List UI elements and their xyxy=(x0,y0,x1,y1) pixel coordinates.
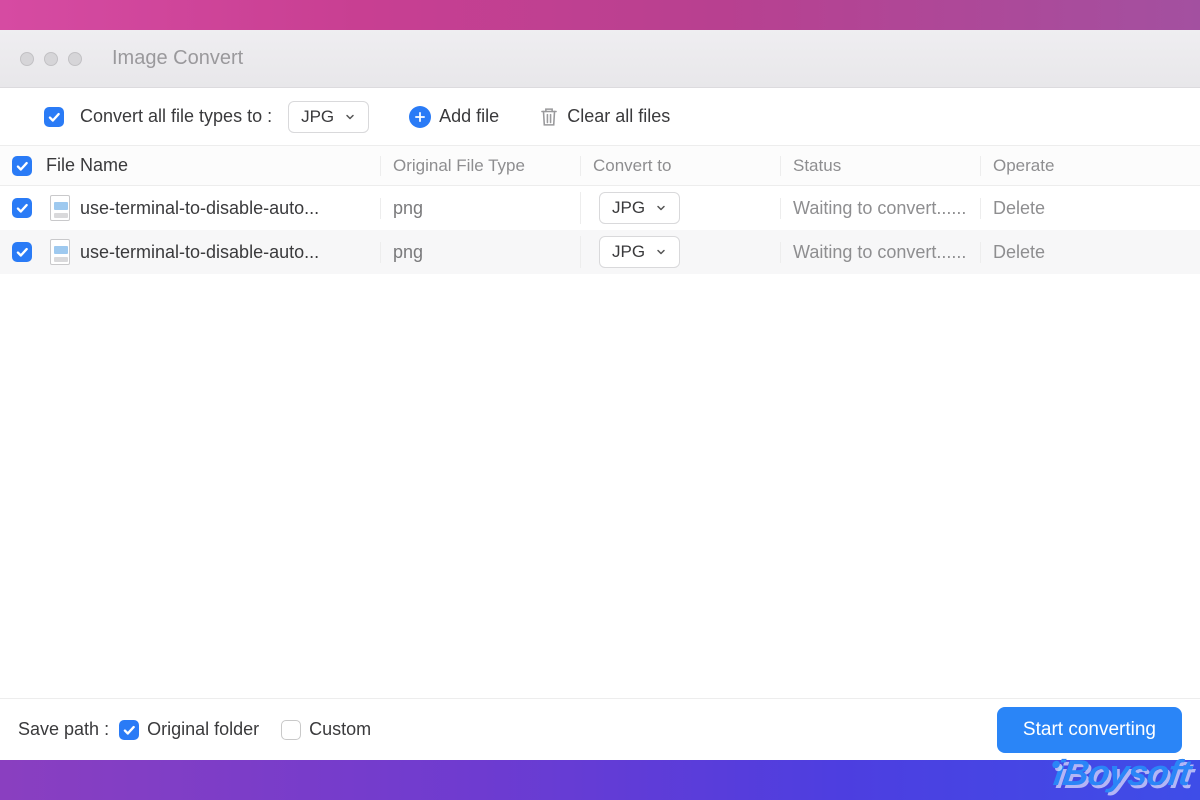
minimize-window-button[interactable] xyxy=(44,52,58,66)
chevron-down-icon xyxy=(655,246,667,258)
header-status[interactable]: Status xyxy=(780,156,980,176)
check-icon xyxy=(15,201,29,215)
row-checkbox[interactable] xyxy=(12,198,32,218)
table-row: use-terminal-to-disable-auto... png JPG … xyxy=(0,186,1200,230)
table-body: use-terminal-to-disable-auto... png JPG … xyxy=(0,186,1200,698)
footer: Save path : Original folder Custom Start… xyxy=(0,698,1200,760)
wallpaper-top xyxy=(0,0,1200,30)
table-header: File Name Original File Type Convert to … xyxy=(0,146,1200,186)
chevron-down-icon xyxy=(655,202,667,214)
close-window-button[interactable] xyxy=(20,52,34,66)
start-converting-button[interactable]: Start converting xyxy=(997,707,1182,753)
row-status: Waiting to convert...... xyxy=(780,198,980,219)
check-icon xyxy=(15,159,29,173)
custom-folder-option[interactable]: Custom xyxy=(281,719,371,740)
table-row: use-terminal-to-disable-auto... png JPG … xyxy=(0,230,1200,274)
check-icon xyxy=(15,245,29,259)
app-window: Image Convert Convert all file types to … xyxy=(0,30,1200,760)
original-type: png xyxy=(380,198,580,219)
header-convert-to[interactable]: Convert to xyxy=(580,156,780,176)
row-convert-select[interactable]: JPG xyxy=(599,192,680,224)
plus-circle-icon xyxy=(409,106,431,128)
add-file-label: Add file xyxy=(439,106,499,127)
delete-button[interactable]: Delete xyxy=(993,198,1045,218)
file-name: use-terminal-to-disable-auto... xyxy=(80,198,319,219)
header-file-name[interactable]: File Name xyxy=(44,155,380,176)
save-path-label: Save path : xyxy=(18,719,109,740)
wallpaper-bottom xyxy=(0,760,1200,800)
custom-folder-checkbox[interactable] xyxy=(281,720,301,740)
original-type: png xyxy=(380,242,580,263)
file-icon xyxy=(50,239,70,265)
clear-all-label: Clear all files xyxy=(567,106,670,127)
row-convert-value: JPG xyxy=(612,198,645,218)
header-operate[interactable]: Operate xyxy=(980,156,1200,176)
trash-icon xyxy=(539,106,559,128)
header-original-type[interactable]: Original File Type xyxy=(380,156,580,176)
convert-all-label: Convert all file types to : xyxy=(80,106,272,127)
file-name: use-terminal-to-disable-auto... xyxy=(80,242,319,263)
traffic-lights xyxy=(20,52,82,66)
convert-all-select[interactable]: JPG xyxy=(288,101,369,133)
chevron-down-icon xyxy=(344,111,356,123)
check-icon xyxy=(122,723,136,737)
add-file-button[interactable]: Add file xyxy=(409,106,499,128)
toolbar: Convert all file types to : JPG Add file… xyxy=(0,88,1200,146)
row-status: Waiting to convert...... xyxy=(780,242,980,263)
check-icon xyxy=(47,110,61,124)
clear-all-button[interactable]: Clear all files xyxy=(539,106,670,128)
window-title: Image Convert xyxy=(112,47,243,70)
maximize-window-button[interactable] xyxy=(68,52,82,66)
window-titlebar: Image Convert xyxy=(0,30,1200,88)
row-convert-value: JPG xyxy=(612,242,645,262)
convert-all-select-value: JPG xyxy=(301,107,334,127)
original-folder-label: Original folder xyxy=(147,719,259,740)
delete-button[interactable]: Delete xyxy=(993,242,1045,262)
row-convert-select[interactable]: JPG xyxy=(599,236,680,268)
custom-folder-label: Custom xyxy=(309,719,371,740)
convert-all-checkbox[interactable] xyxy=(44,107,64,127)
row-checkbox[interactable] xyxy=(12,242,32,262)
original-folder-checkbox[interactable] xyxy=(119,720,139,740)
file-icon xyxy=(50,195,70,221)
select-all-checkbox[interactable] xyxy=(12,156,32,176)
original-folder-option[interactable]: Original folder xyxy=(119,719,259,740)
